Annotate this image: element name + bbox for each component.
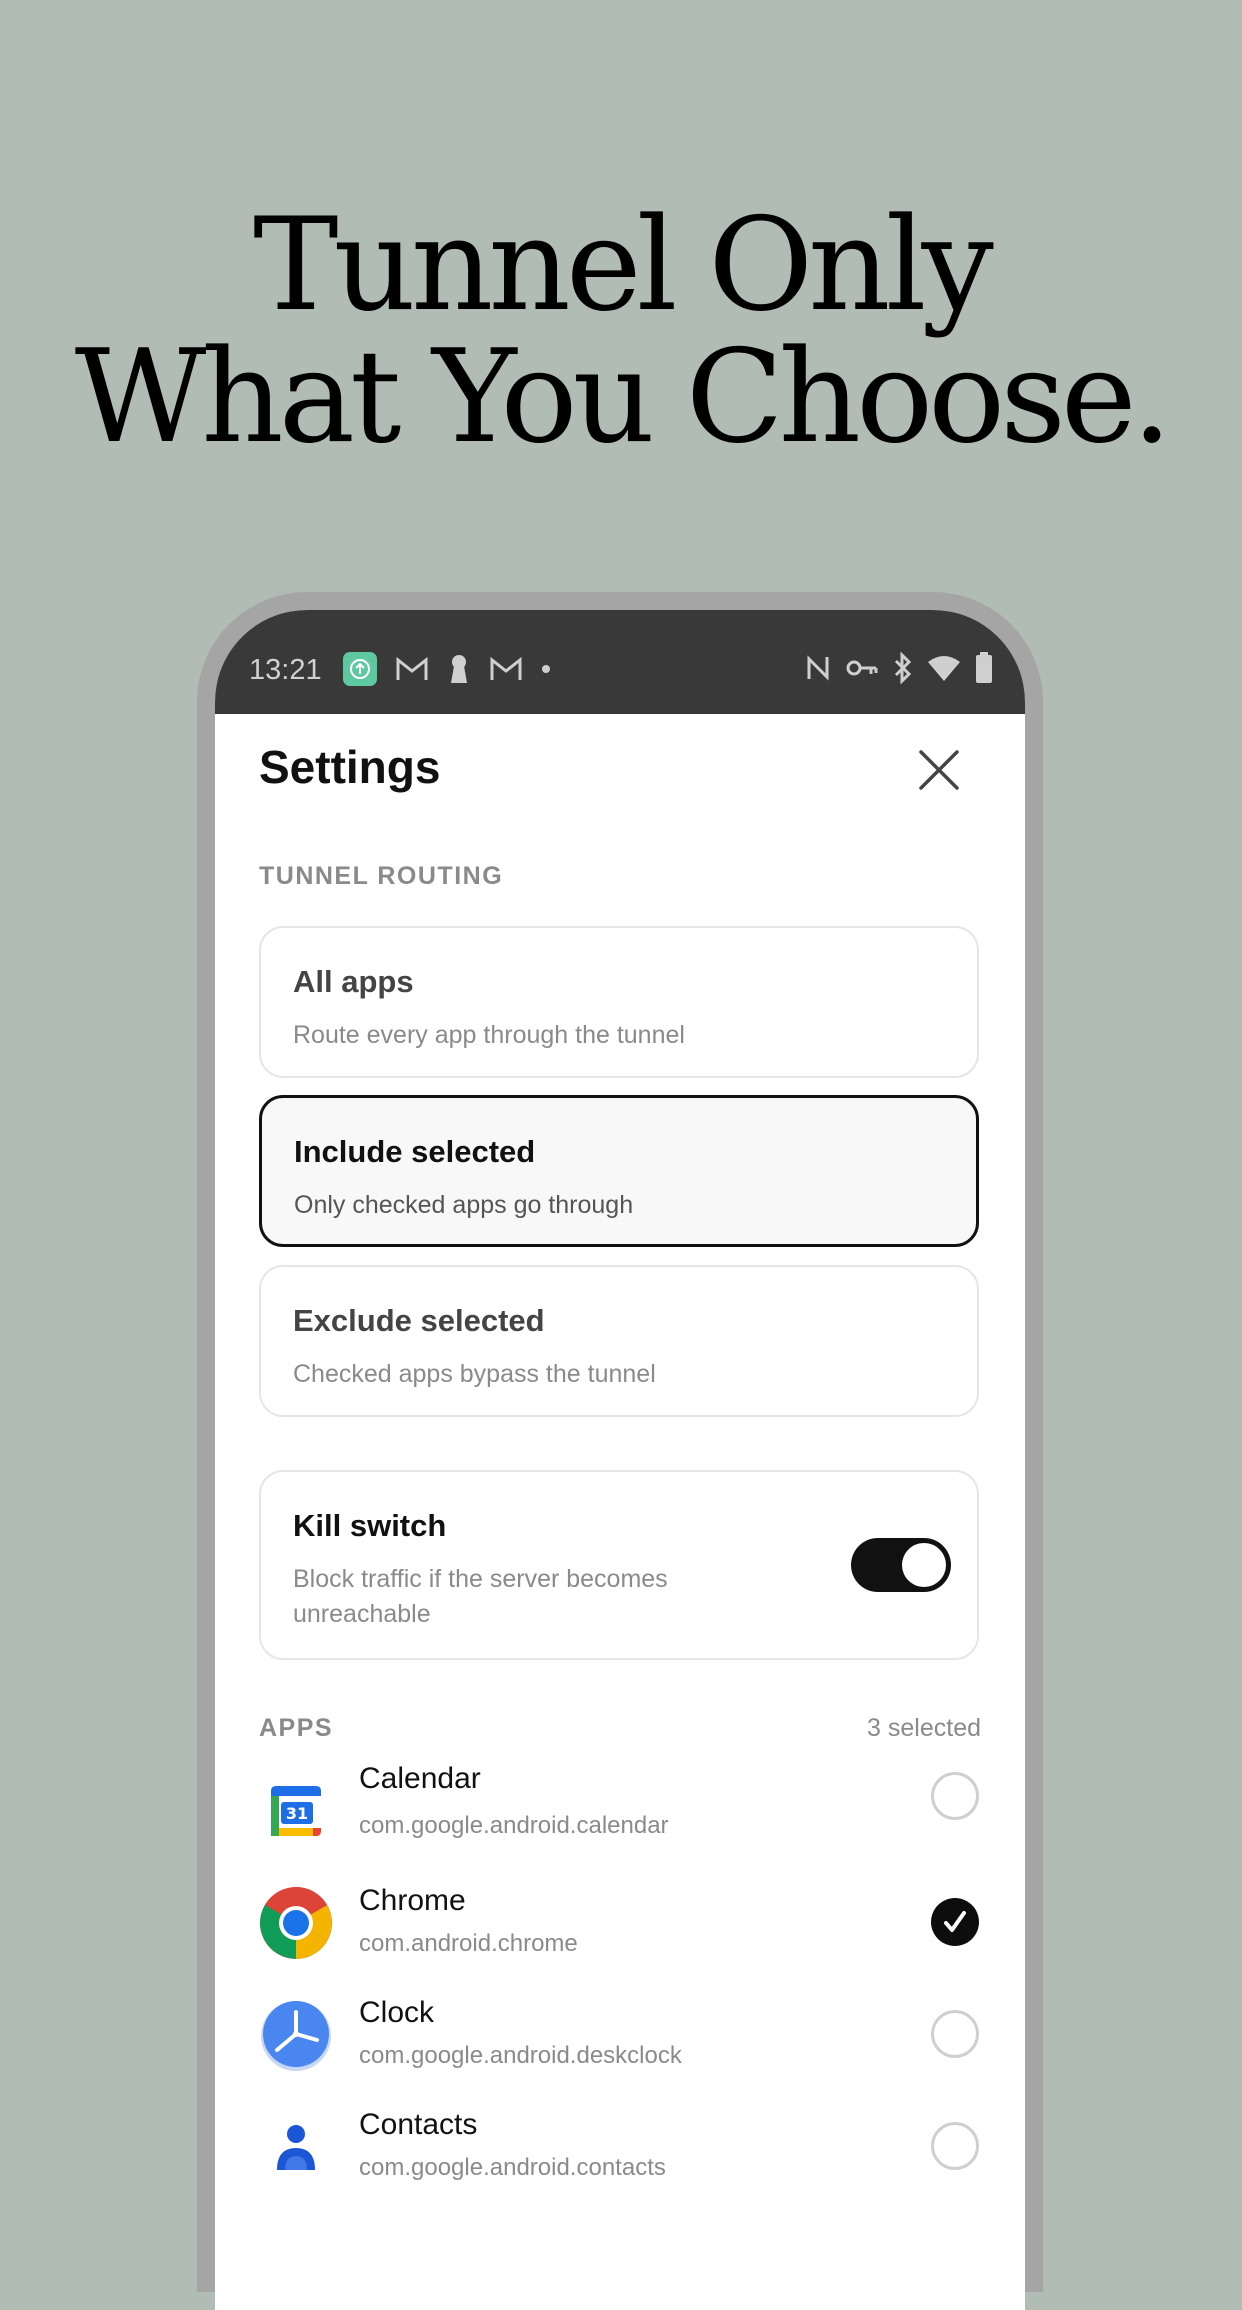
routing-option-title: All apps — [293, 964, 414, 999]
routing-option-title: Include selected — [294, 1134, 536, 1169]
headline-line-1: Tunnel Only — [253, 191, 994, 340]
app-row-calendar[interactable]: 31 Calendar com.google.android.calendar — [259, 1756, 979, 1868]
kill-switch-title: Kill switch — [293, 1508, 447, 1543]
app-checkbox-clock[interactable] — [931, 2010, 979, 2058]
routing-option-subtitle: Route every app through the tunnel — [293, 1021, 685, 1049]
kill-switch-toggle[interactable] — [851, 1538, 951, 1592]
wifi-icon — [928, 656, 960, 681]
gmail-icon — [396, 656, 428, 680]
apps-selected-count: 3 selected — [867, 1714, 981, 1742]
app-row-chrome[interactable]: Chrome com.android.chrome — [259, 1868, 979, 1980]
toggle-knob — [902, 1543, 946, 1587]
routing-option-title: Exclude selected — [293, 1303, 545, 1338]
status-time: 13:21 — [249, 654, 322, 686]
app-upload-icon — [343, 652, 377, 686]
headline-line-2: What You Choose. — [74, 323, 1173, 472]
app-checkbox-chrome[interactable] — [931, 1898, 979, 1946]
section-label-apps: APPS — [259, 1714, 334, 1742]
gmail-icon — [490, 656, 522, 680]
calendar-icon: 31 — [271, 1786, 321, 1836]
chrome-icon — [260, 1887, 332, 1959]
status-bar: 13:21 — [215, 610, 1025, 714]
dot-icon — [542, 665, 550, 673]
checkmark-icon — [944, 1911, 966, 1932]
keyhole-icon — [451, 655, 467, 683]
app-row-contacts[interactable]: Contacts com.google.android.contacts — [259, 2092, 979, 2204]
app-row-clock[interactable]: Clock com.google.android.deskclock — [259, 1980, 979, 2092]
kill-switch-subtitle-line-1: Block traffic if the server becomes — [293, 1565, 668, 1593]
clock-icon — [261, 2001, 331, 2071]
routing-option-subtitle: Only checked apps go through — [294, 1191, 634, 1219]
app-package: com.google.android.deskclock — [359, 2042, 682, 2069]
kill-switch-subtitle: Block traffic if the server becomes unre… — [293, 1562, 668, 1632]
app-package: com.android.chrome — [359, 1930, 578, 1957]
svg-text:31: 31 — [286, 1804, 308, 1823]
app-name: Calendar — [359, 1762, 481, 1795]
section-label-tunnel-routing: TUNNEL ROUTING — [259, 862, 504, 890]
vpn-key-icon — [846, 660, 878, 676]
battery-icon — [976, 652, 992, 683]
contacts-icon — [277, 2125, 315, 2170]
bluetooth-icon — [894, 652, 912, 684]
kill-switch-card: Kill switch Block traffic if the server … — [259, 1470, 979, 1660]
app-package: com.google.android.contacts — [359, 2154, 666, 2181]
app-name: Contacts — [359, 2108, 478, 2141]
routing-option-exclude-selected[interactable]: Exclude selected Checked apps bypass the… — [259, 1265, 979, 1417]
phone-screen: 13:21 Settings TUNNEL ROUTING All apps R… — [215, 610, 1025, 2310]
app-checkbox-contacts[interactable] — [931, 2122, 979, 2170]
settings-title: Settings — [259, 741, 441, 793]
routing-option-include-selected[interactable]: Include selected Only checked apps go th… — [259, 1095, 979, 1247]
kill-switch-subtitle-line-2: unreachable — [293, 1600, 431, 1628]
close-button[interactable] — [915, 746, 963, 794]
phone-frame: 13:21 Settings TUNNEL ROUTING All apps R… — [197, 592, 1043, 2310]
app-checkbox-calendar[interactable] — [931, 1772, 979, 1820]
headline: Tunnel Only What You Choose. — [0, 200, 1242, 464]
app-name: Chrome — [359, 1884, 466, 1917]
close-icon — [919, 750, 959, 790]
status-right-icons — [805, 652, 993, 684]
status-left-icons — [343, 652, 551, 686]
app-package: com.google.android.calendar — [359, 1812, 669, 1839]
app-name: Clock — [359, 1996, 435, 2029]
routing-option-subtitle: Checked apps bypass the tunnel — [293, 1360, 656, 1388]
nfc-icon — [807, 655, 829, 681]
routing-option-all-apps[interactable]: All apps Route every app through the tun… — [259, 926, 979, 1078]
